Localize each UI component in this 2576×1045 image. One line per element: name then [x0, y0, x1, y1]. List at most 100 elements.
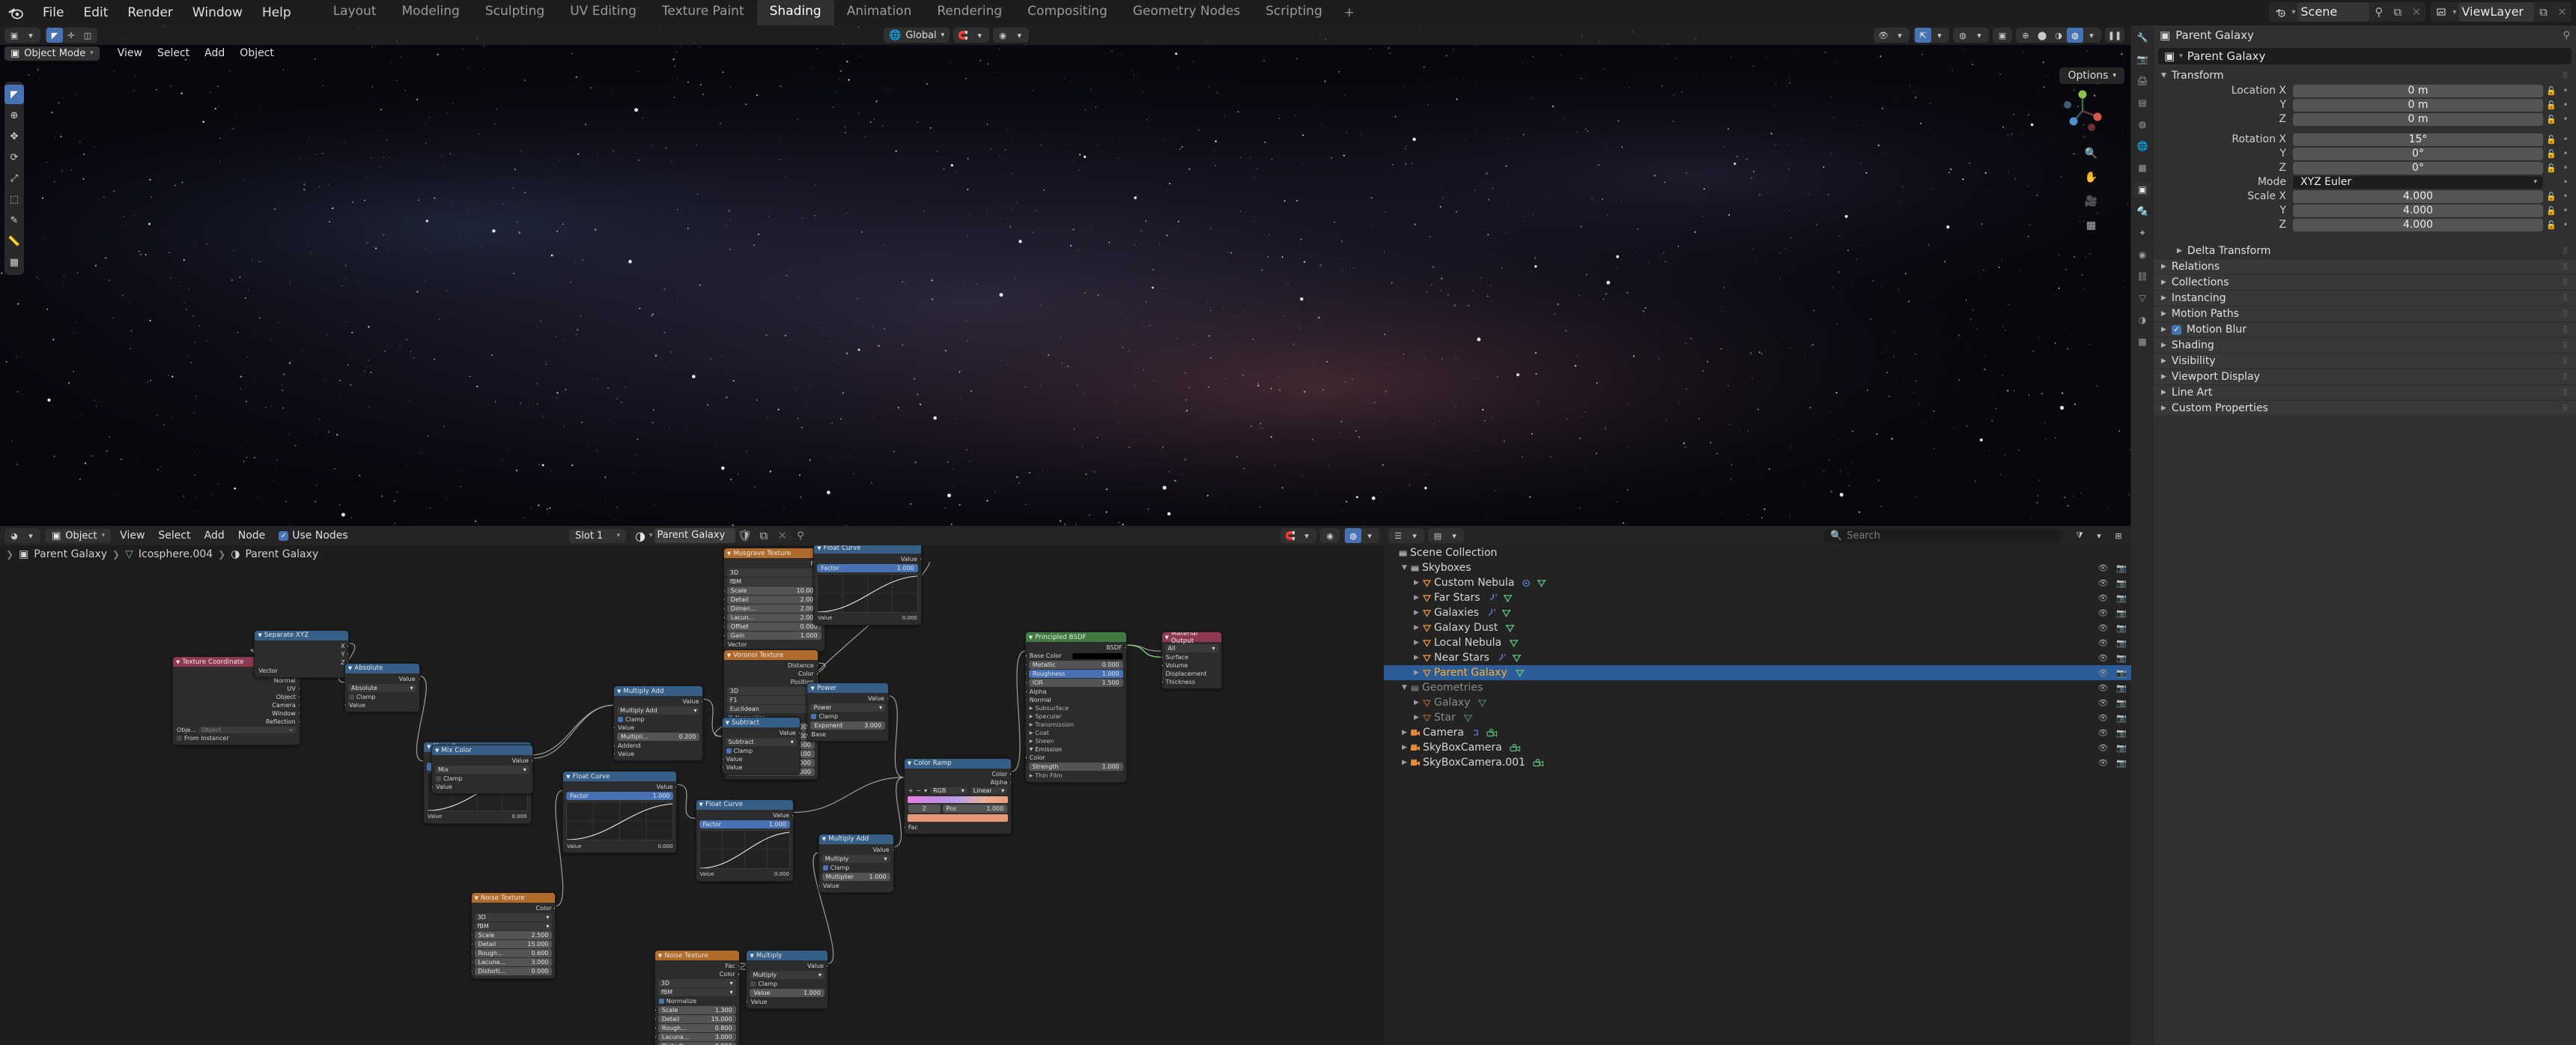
- mesh-data-icon[interactable]: [1537, 579, 1546, 587]
- chevron-down-icon[interactable]: ▾: [1361, 528, 1378, 543]
- rendered-shading-icon[interactable]: ◍: [2067, 28, 2083, 43]
- panel-header-motion-paths[interactable]: ▶ Motion Paths ⣿: [2154, 306, 2576, 321]
- unlink-material-icon[interactable]: ✕: [773, 528, 792, 543]
- node-header[interactable]: ▼ Voronoi Texture: [723, 650, 818, 661]
- node-field-emission-strength[interactable]: Strength 1.000: [1028, 763, 1123, 772]
- outliner-row-geometries[interactable]: ▼ Geometries 👁 📷: [1384, 680, 2131, 695]
- drag-handle-icon[interactable]: ⣿: [2563, 310, 2569, 318]
- property-value[interactable]: 4.000: [2293, 218, 2543, 231]
- node-input-addend[interactable]: Addend: [614, 742, 702, 750]
- node-section-emission[interactable]: ▼ Emission: [1026, 745, 1126, 754]
- disable-in-render-icon[interactable]: 📷: [2116, 683, 2127, 693]
- node-output-value[interactable]: Value: [696, 811, 793, 820]
- node-factor-field[interactable]: Factor1.000: [817, 563, 918, 572]
- node-input-value[interactable]: Value: [431, 783, 532, 791]
- socket-icon[interactable]: [1009, 772, 1012, 776]
- annotate-tool-icon[interactable]: ✎: [4, 210, 24, 230]
- measure-tool-icon[interactable]: 📏: [4, 231, 24, 251]
- shader-editor-type-selector[interactable]: ◕ ▾: [4, 528, 40, 543]
- node-input-emission-color[interactable]: Color: [1025, 754, 1126, 762]
- node-clamp-checkbox[interactable]: Clamp: [819, 864, 893, 872]
- node-mix_color[interactable]: ▼ Mix Color Value Mix ▾ Clamp Value: [431, 745, 533, 795]
- hide-in-viewport-icon[interactable]: 👁: [2097, 698, 2108, 708]
- workspace-tab-texture-paint[interactable]: Texture Paint: [649, 0, 757, 25]
- node-field-detail[interactable]: Detail 15.000: [654, 1015, 736, 1023]
- node-output-position[interactable]: Position: [724, 678, 818, 686]
- socket-icon[interactable]: [654, 1035, 657, 1039]
- breadcrumb-object[interactable]: Parent Galaxy: [34, 548, 107, 560]
- hide-in-viewport-icon[interactable]: 👁: [2097, 638, 2108, 648]
- curve-widget[interactable]: [566, 802, 674, 841]
- shader-menu-select[interactable]: Select: [151, 528, 197, 543]
- socket-icon[interactable]: [1025, 681, 1027, 685]
- navigation-gizmo[interactable]: [2059, 87, 2106, 135]
- node-input-value[interactable]: Value: [344, 701, 419, 709]
- object-mode-selector[interactable]: ▣ Object Mode ▾: [4, 46, 100, 61]
- property-value[interactable]: 4.000: [2293, 190, 2543, 203]
- chevron-down-icon[interactable]: ▼: [822, 836, 826, 842]
- property-value[interactable]: 0 m: [2293, 112, 2543, 126]
- shader-menu-node[interactable]: Node: [231, 528, 273, 543]
- editor-type-icon[interactable]: ▣: [6, 28, 22, 43]
- node-operation-select[interactable]: Mix ▾: [434, 766, 529, 775]
- node-input-base[interactable]: Base: [807, 730, 888, 739]
- ramp-pos[interactable]: Pos 1.000: [942, 804, 1008, 813]
- panel-header-viewport-display[interactable]: ▶ Viewport Display ⣿: [2154, 369, 2576, 384]
- node-output-color[interactable]: Color: [655, 970, 739, 978]
- chevron-down-icon[interactable]: ▼: [427, 744, 431, 750]
- chevron-right-icon[interactable]: ▶: [1411, 609, 1422, 617]
- workspace-tab-uv-editing[interactable]: UV Editing: [557, 0, 649, 25]
- node-input-base-color[interactable]: Base Color: [1025, 652, 1126, 660]
- node-section-specular[interactable]: ▶ Specular: [1026, 712, 1126, 721]
- node-header[interactable]: ▼ Multiply Add: [614, 686, 703, 697]
- properties-tab-constraint[interactable]: ⛓: [2134, 269, 2151, 284]
- display-mode-selector[interactable]: ▤ ▾: [1428, 528, 1464, 543]
- node-output-value[interactable]: Value: [345, 675, 419, 683]
- node-float_curve_4[interactable]: ▼ Float Curve Value Factor 1.000 Value 0.000: [695, 799, 794, 882]
- node-field-scale[interactable]: Scale 1.300: [654, 1006, 736, 1014]
- chevron-down-icon[interactable]: ▼: [908, 760, 911, 766]
- gizmo-group[interactable]: ⇱ ▾: [1913, 28, 1949, 43]
- chevron-down-icon[interactable]: ▼: [475, 895, 479, 901]
- drag-handle-icon[interactable]: ⣿: [2563, 294, 2569, 302]
- node-operation-select[interactable]: Subtract ▾: [725, 738, 797, 747]
- node-output-value[interactable]: Value: [747, 962, 827, 970]
- node-clamp-checkbox[interactable]: Clamp: [432, 775, 532, 783]
- properties-tab-data[interactable]: ▽: [2134, 291, 2151, 306]
- pin-icon[interactable]: ⚲: [2369, 2, 2388, 22]
- node-field-detail[interactable]: Detail 15.000: [471, 940, 553, 949]
- chevron-right-icon[interactable]: ▶: [1411, 714, 1422, 721]
- node-field-offset[interactable]: Offset 0.000: [723, 623, 821, 631]
- outliner-row-galaxy[interactable]: ▶ Galaxy 👁 📷: [1384, 695, 2131, 710]
- outliner-row-galaxies[interactable]: ▶ Galaxies 👁 📷: [1384, 605, 2131, 620]
- chevron-down-icon[interactable]: ▼: [566, 774, 570, 780]
- topbar-menu-help[interactable]: Help: [252, 2, 301, 23]
- node-field-distorti[interactable]: Distorti...0.000: [654, 1042, 736, 1045]
- chevron-down-icon[interactable]: ▼: [1165, 634, 1169, 640]
- socket-icon[interactable]: [614, 752, 616, 757]
- node-dimension-select[interactable]: 3D▾: [474, 913, 553, 922]
- topbar-menu-window[interactable]: Window: [183, 2, 252, 23]
- node-clamp-checkbox[interactable]: Clamp: [614, 715, 702, 724]
- socket-icon[interactable]: [904, 825, 906, 829]
- panel-header-visibility[interactable]: ▶ Visibility ⣿: [2154, 353, 2576, 369]
- socket-icon[interactable]: [701, 700, 703, 704]
- properties-tab-world[interactable]: 🌐: [2134, 139, 2151, 154]
- disable-in-render-icon[interactable]: 📷: [2116, 653, 2127, 663]
- proportional-group[interactable]: ◉: [1320, 528, 1340, 543]
- ramp-color-mode[interactable]: RGB ▾: [930, 787, 967, 794]
- hide-in-viewport-icon[interactable]: 👁: [2097, 668, 2108, 678]
- node-field-rough[interactable]: Rough... 0.800: [654, 1024, 736, 1032]
- outliner-row-custom-nebula[interactable]: ▶ Custom Nebula 👁 📷: [1384, 575, 2131, 590]
- node-output-uv[interactable]: UV: [173, 685, 300, 693]
- socket-icon[interactable]: [1025, 756, 1027, 760]
- mesh-data-icon[interactable]: [1505, 624, 1515, 632]
- lock-icon[interactable]: 🔓: [2543, 192, 2560, 202]
- node-input-volume[interactable]: Volume: [1161, 661, 1221, 670]
- object-name-field[interactable]: ▣ ▾ Parent Galaxy: [2158, 48, 2572, 64]
- color-swatch[interactable]: [1072, 652, 1123, 659]
- node-input-vector[interactable]: Vector: [255, 667, 348, 675]
- chevron-right-icon[interactable]: ▶: [1411, 624, 1422, 631]
- socket-icon[interactable]: [818, 883, 821, 888]
- scene-selector[interactable]: ▾ Scene ⚲ ⧉ ✕: [2269, 2, 2426, 22]
